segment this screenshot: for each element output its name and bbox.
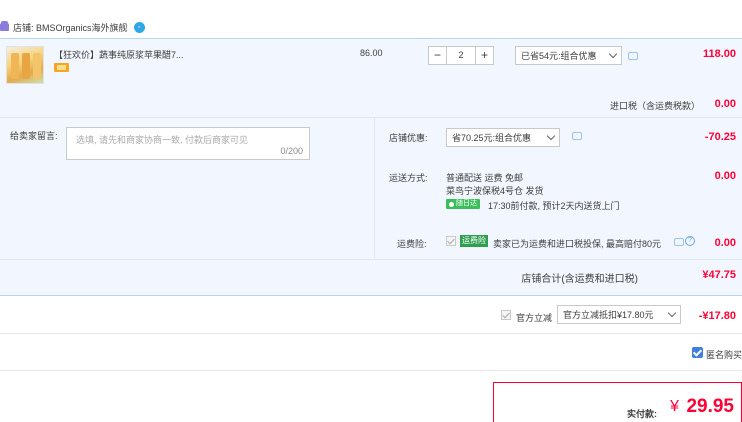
shipping-method: 普通配送 运费 免邮 (446, 173, 524, 183)
shop-discount-value: -70.25 (704, 131, 736, 143)
quantity-stepper: − 2 + (428, 46, 494, 65)
chevron-down-icon (608, 49, 618, 59)
same-day-badge: 随日达 (446, 199, 480, 209)
insurance-text: 卖家已为运费和进口税投保, 最高赔付80元 (493, 239, 662, 249)
shipping-eta: 17:30前付款, 预计2天内送货上门 (488, 201, 620, 211)
chevron-down-icon (667, 308, 677, 318)
divider (0, 259, 742, 260)
divider (0, 370, 742, 371)
anonymous-purchase-checkbox[interactable] (692, 347, 703, 358)
import-tax-value: 0.00 (714, 98, 736, 110)
column-divider (374, 118, 375, 258)
official-discount-select[interactable]: 官方立减抵扣¥17.80元 (557, 305, 681, 324)
seller-message-label: 给卖家留言: (10, 131, 58, 141)
official-discount-value: -¥17.80 (698, 310, 736, 322)
shop-discount-select[interactable]: 省70.25元:组合优惠 (446, 128, 560, 147)
shipping-warehouse: 菜鸟宁波保税4号仓 发货 (446, 186, 544, 196)
coupon-icon (54, 63, 69, 72)
insurance-value: 0.00 (714, 237, 736, 249)
insurance-checkbox (446, 236, 456, 246)
message-icon[interactable] (572, 132, 582, 140)
divider (0, 117, 742, 118)
message-icon[interactable] (674, 238, 684, 246)
item-promo-select[interactable]: 已省54元:组合优惠 (515, 46, 622, 65)
seller-message-placeholder: 选填, 请先和商家协商一致, 付款后商家可见 (76, 135, 249, 145)
import-tax-label: 进口税（含运费税款） (609, 101, 700, 111)
same-day-badge-label: 随日达 (456, 200, 477, 207)
item-promo-select-value: 已省54元:组合优惠 (521, 51, 597, 61)
store-name[interactable]: 店铺: BMSOrganics海外旗舰 (13, 21, 128, 34)
payment-label: 实付款: (627, 409, 657, 419)
increase-quantity-button[interactable]: + (475, 46, 494, 65)
quantity-input[interactable]: 2 (447, 46, 475, 65)
store-total-value: ¥47.75 (702, 269, 736, 281)
insurance-badge: 运费险 (460, 235, 488, 247)
item-total-price: 118.00 (702, 48, 736, 60)
shop-icon (0, 21, 9, 31)
clock-icon (449, 201, 454, 207)
insurance-label: 运费险: (397, 239, 427, 249)
unit-price: 86.00 (360, 48, 383, 58)
decrease-quantity-button[interactable]: − (428, 46, 447, 65)
chevron-down-icon (546, 131, 556, 141)
product-title[interactable]: 【狂欢价】蔬事纯原浆苹果醋7... (54, 48, 184, 61)
seller-message-input[interactable]: 选填, 请先和商家协商一致, 付款后商家可见 0/200 (66, 127, 310, 160)
official-discount-checkbox[interactable] (501, 310, 511, 320)
shipping-label: 运送方式: (389, 173, 428, 183)
divider (0, 333, 742, 334)
wangwang-icon[interactable]: ◦ (133, 21, 145, 33)
shop-discount-select-value: 省70.25元:组合优惠 (452, 133, 532, 143)
official-discount-select-value: 官方立减抵扣¥17.80元 (563, 310, 654, 320)
message-icon[interactable] (628, 52, 638, 60)
anonymous-purchase-label[interactable]: 匿名购买 (706, 348, 742, 361)
store-header: 店铺: BMSOrganics海外旗舰 ◦ (0, 18, 145, 36)
payment-currency: ¥ (670, 398, 679, 415)
order-panel (0, 38, 742, 296)
help-icon[interactable]: ? (685, 236, 695, 246)
shipping-value: 0.00 (714, 170, 736, 182)
product-thumbnail[interactable] (6, 46, 44, 84)
payment-amount: 29.95 (686, 396, 734, 417)
shop-discount-label: 店铺优惠: (389, 133, 428, 143)
seller-message-counter: 0/200 (280, 146, 303, 156)
official-discount-label: 官方立减 (516, 313, 553, 323)
store-total-label: 店铺合计(含运费和进口税) (521, 274, 638, 285)
